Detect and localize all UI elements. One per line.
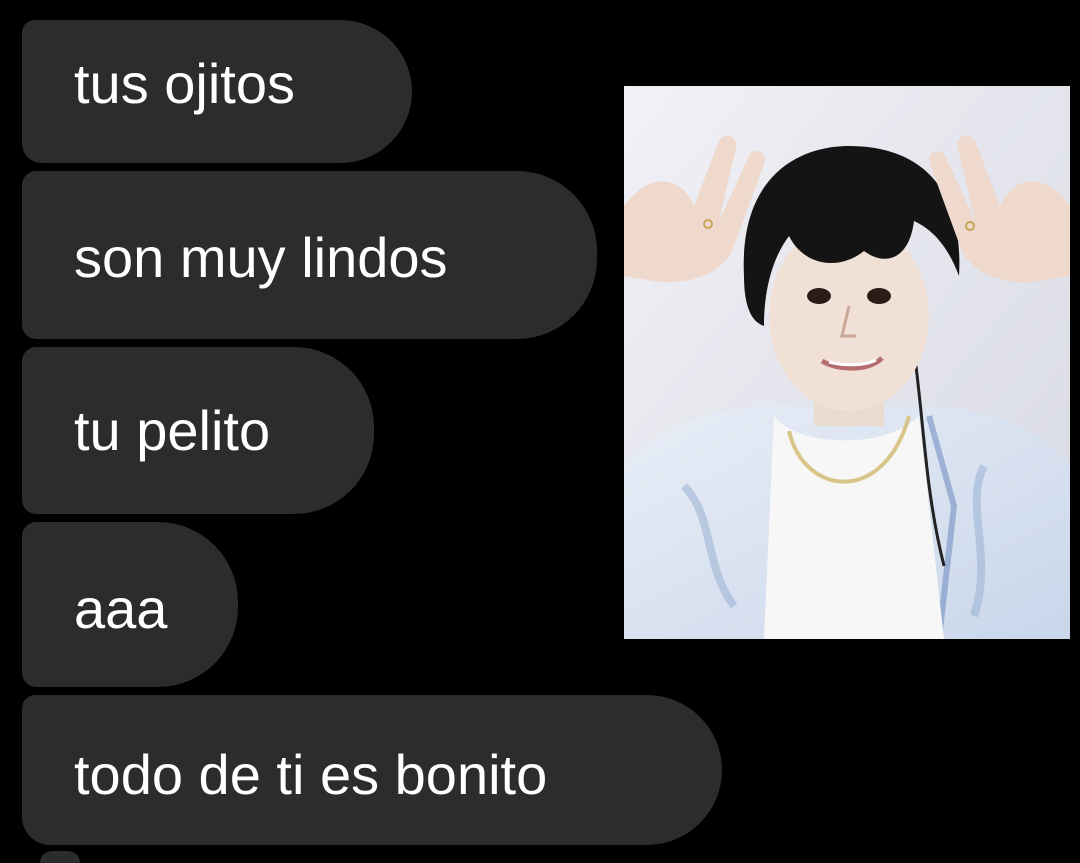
message-bubble[interactable]: tu pelito xyxy=(22,347,374,514)
message-text: aaa xyxy=(74,576,168,640)
message-text: son muy lindos xyxy=(74,226,448,289)
message-bubble[interactable]: aaa xyxy=(22,522,238,687)
message-bubble[interactable]: son muy lindos xyxy=(22,171,597,339)
message-bubble[interactable]: tus ojitos xyxy=(22,20,412,163)
message-text: todo de ti es bonito xyxy=(74,743,548,806)
next-message-bubble-edge xyxy=(40,851,80,863)
person-selfie-photo-icon xyxy=(624,86,1070,639)
selfie-photo[interactable] xyxy=(624,86,1070,639)
message-text: tu pelito xyxy=(74,398,271,462)
message-text: tus ojitos xyxy=(74,51,295,115)
message-bubble[interactable]: todo de ti es bonito xyxy=(22,695,722,845)
